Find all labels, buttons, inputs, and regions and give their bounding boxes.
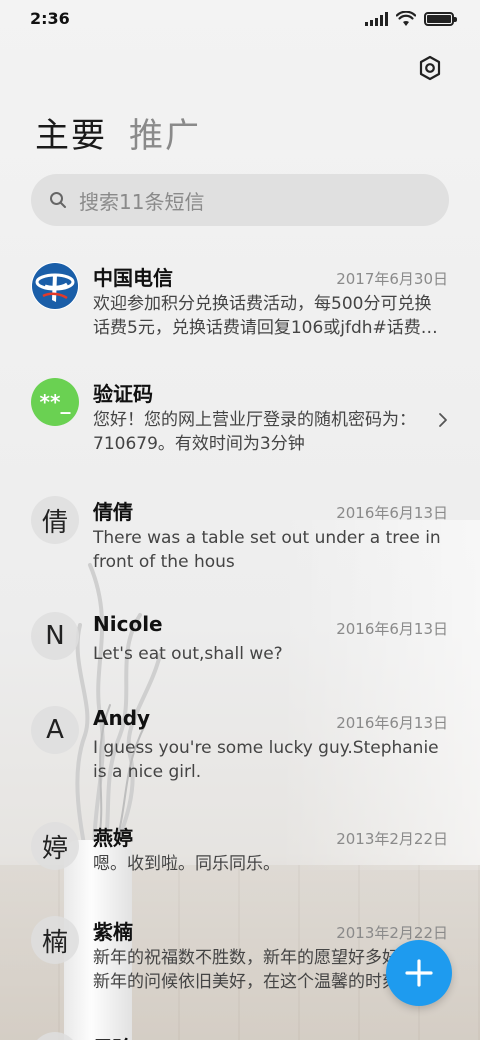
message-date: 2016年6月13日 (336, 504, 448, 522)
message-preview: 您好！您的网上营业厅登录的随机密码为：710679。有效时间为3分钟 (93, 410, 416, 454)
conversation-row[interactable]: 倩 倩倩 2016年6月13日 There was a table set ou… (0, 486, 480, 602)
contact-name: 中国电信 (93, 266, 173, 290)
contact-avatar: A (31, 706, 79, 754)
contact-name: 倩倩 (93, 500, 133, 524)
message-preview: Let's eat out,shall we? (93, 644, 283, 664)
status-time: 2:36 (30, 9, 70, 28)
message-preview: 嗯。收到啦。同乐同乐。 (93, 854, 280, 874)
contact-avatar: 婷 (31, 822, 79, 870)
battery-icon (424, 12, 457, 26)
conversation-row[interactable]: A Andy 2016年6月13日 I guess you're some lu… (0, 696, 480, 812)
contact-avatar: N (31, 612, 79, 660)
status-icons (365, 11, 457, 27)
search-bar[interactable]: 搜索11条短信 (31, 174, 449, 226)
plus-icon (405, 959, 433, 987)
verification-avatar: **_ (31, 378, 79, 426)
compose-button[interactable] (386, 940, 452, 1006)
message-date: 2017年6月30日 (336, 270, 448, 288)
contact-name: Andy (93, 706, 151, 730)
tab-promotions[interactable]: 推广 (129, 108, 201, 157)
signal-icon (365, 12, 388, 26)
search-icon (50, 192, 66, 208)
conversation-row[interactable]: N Nicole 2016年6月13日 Let's eat out,shall … (0, 602, 480, 696)
message-date: 2016年6月13日 (336, 620, 448, 638)
conversation-row[interactable]: 中国电信 2017年6月30日 欢迎参加积分兑换话费活动，每500分可兑换话费5… (0, 252, 480, 368)
chevron-right-icon[interactable] (438, 412, 448, 428)
settings-button[interactable] (414, 52, 446, 84)
conversation-row[interactable]: **_ 验证码 您好！您的网上营业厅登录的随机密码为：710679。有效时间为3… (0, 368, 480, 484)
tab-bar: 主要 推广 (35, 108, 201, 157)
contact-name: 子玲 (93, 1032, 133, 1040)
search-placeholder: 搜索11条短信 (79, 189, 205, 214)
contact-name: 验证码 (93, 382, 153, 406)
wifi-icon (396, 11, 416, 26)
conversation-row[interactable]: 婷 燕婷 2013年2月22日 嗯。收到啦。同乐同乐。 (0, 812, 480, 906)
message-date: 2013年2月22日 (336, 924, 448, 942)
message-preview: 欢迎参加积分兑换话费活动，每500分可兑换话费5元，兑换话费请回复106或jfd… (93, 294, 438, 338)
contact-avatar: 楠 (31, 916, 79, 964)
message-date: 2016年6月13日 (336, 714, 448, 732)
contact-name: 紫楠 (93, 920, 133, 944)
settings-icon (419, 55, 441, 81)
contact-avatar (31, 1032, 79, 1040)
contact-name: 燕婷 (93, 826, 133, 850)
message-date: 2013年2月22日 (336, 830, 448, 848)
contact-avatar: 倩 (31, 496, 79, 544)
telecom-logo-avatar (31, 262, 79, 310)
status-bar: 2:36 (0, 0, 480, 38)
message-preview: There was a table set out under a tree i… (93, 528, 441, 572)
telecom-logo-icon (32, 263, 78, 309)
tab-primary[interactable]: 主要 (35, 108, 107, 157)
conversation-row[interactable]: 子玲 (0, 1022, 480, 1040)
message-preview: I guess you're some lucky guy.Stephanie … (93, 738, 439, 782)
contact-name: Nicole (93, 612, 163, 636)
